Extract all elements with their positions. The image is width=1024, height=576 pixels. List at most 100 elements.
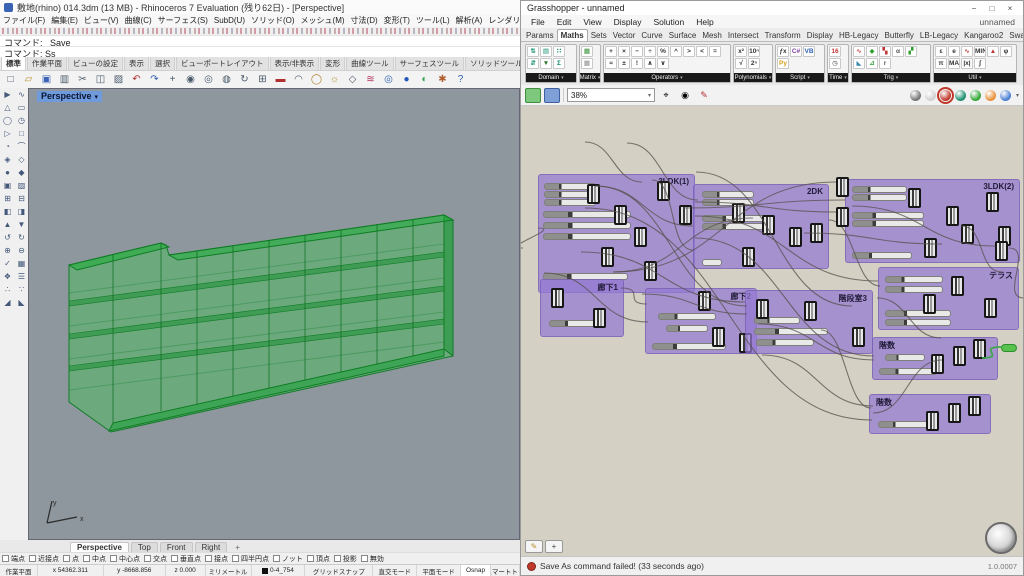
osnap-checkbox-6[interactable] bbox=[171, 555, 178, 562]
osnap-checkbox-10[interactable] bbox=[307, 555, 314, 562]
preview-teal[interactable] bbox=[955, 90, 966, 101]
ribbon-icon-trig-2[interactable]: ▚ bbox=[879, 46, 891, 57]
osnap-item-12[interactable]: 無効 bbox=[361, 554, 384, 564]
zoom-combo[interactable]: 38% ▾ bbox=[567, 88, 655, 102]
sidebar-tool-icon-17[interactable]: ⊟ bbox=[15, 193, 28, 205]
gh-component[interactable] bbox=[712, 327, 725, 347]
viewport-label[interactable]: Perspective▾ bbox=[37, 91, 102, 102]
sidebar-tool-icon-6[interactable]: ▷ bbox=[1, 128, 14, 140]
rhino-toolbar-tab-9[interactable]: サーフェスツール bbox=[395, 57, 465, 70]
ribbon-icon-operators-4[interactable]: % bbox=[657, 46, 669, 57]
ribbon-icon-operators-7[interactable]: < bbox=[696, 46, 708, 57]
gh-slider[interactable] bbox=[658, 313, 716, 320]
chevron-down-icon[interactable]: ▾ bbox=[680, 75, 683, 81]
rhino-tool-icon-1[interactable]: ▱ bbox=[20, 72, 37, 87]
osnap-item-2[interactable]: 点 bbox=[63, 554, 79, 564]
rhino-toolbar-tab-2[interactable]: ビューの設定 bbox=[68, 57, 123, 70]
rhino-tool-icon-17[interactable]: ◯ bbox=[308, 72, 325, 87]
rhino-tool-icon-16[interactable]: ◠ bbox=[290, 72, 307, 87]
ribbon-icon-operators-6[interactable]: > bbox=[683, 46, 695, 57]
rhino-toolbar-tab-0[interactable]: 標準 bbox=[1, 57, 26, 70]
gh-component[interactable] bbox=[961, 224, 974, 244]
gh-menu-help[interactable]: Help bbox=[690, 17, 719, 27]
command-prompt[interactable]: コマンド: Ss bbox=[0, 46, 520, 57]
ribbon-icon-util-7[interactable]: MAX bbox=[948, 58, 960, 69]
ribbon-icon-util-3[interactable]: MIN bbox=[974, 46, 986, 57]
sidebar-tool-icon-23[interactable]: ↻ bbox=[15, 232, 28, 244]
gh-component[interactable] bbox=[789, 227, 802, 247]
building-model[interactable] bbox=[29, 89, 520, 540]
osnap-item-0[interactable]: 端点 bbox=[2, 554, 25, 564]
status-cell-6[interactable]: グリッドスナップ bbox=[305, 565, 373, 576]
gh-component[interactable] bbox=[986, 192, 999, 212]
gh-component[interactable] bbox=[614, 205, 627, 225]
sidebar-tool-icon-9[interactable]: ⌒ bbox=[15, 141, 28, 153]
sidebar-tool-icon-31[interactable]: ∵ bbox=[15, 284, 28, 296]
preview-shaded-dark[interactable] bbox=[910, 90, 921, 101]
gh-canvas[interactable]: ✎ + 3LDK(1)2DK3LDK(2)廊下1廊下2階段室3テラス階数階数 bbox=[521, 106, 1023, 556]
osnap-checkbox-7[interactable] bbox=[205, 555, 212, 562]
gh-component[interactable] bbox=[657, 181, 670, 201]
ribbon-icon-script-2[interactable]: VB bbox=[803, 46, 815, 57]
minimize-button[interactable]: − bbox=[967, 4, 981, 13]
viewport-tab-right[interactable]: Right bbox=[195, 542, 228, 552]
gh-slider[interactable] bbox=[666, 325, 708, 332]
osnap-checkbox-4[interactable] bbox=[110, 555, 117, 562]
chevron-down-icon[interactable]: ▾ bbox=[769, 75, 772, 81]
rhino-menu-item-0[interactable]: ファイル(F) bbox=[0, 15, 48, 26]
gh-component[interactable] bbox=[644, 261, 657, 281]
preview-off[interactable] bbox=[925, 90, 936, 101]
ribbon-icon-time-0[interactable]: 16 bbox=[829, 46, 841, 57]
gh-component[interactable] bbox=[698, 291, 711, 311]
chevron-down-icon[interactable]: ▾ bbox=[844, 75, 847, 81]
ribbon-icon-util-0[interactable]: ε bbox=[935, 46, 947, 57]
ribbon-icon-trig-3[interactable]: α bbox=[892, 46, 904, 57]
rhino-tool-icon-19[interactable]: ◇ bbox=[344, 72, 361, 87]
gh-menu-view[interactable]: View bbox=[577, 17, 607, 27]
gh-slider[interactable] bbox=[852, 194, 907, 201]
rhino-toolbar-tab-4[interactable]: 選択 bbox=[150, 57, 175, 70]
sidebar-tool-icon-13[interactable]: ◆ bbox=[15, 167, 28, 179]
chevron-down-icon[interactable]: ▾ bbox=[598, 75, 601, 81]
sidebar-tool-icon-26[interactable]: ✓ bbox=[1, 258, 14, 270]
osnap-item-1[interactable]: 近接点 bbox=[29, 554, 59, 564]
gh-component-loose-0[interactable] bbox=[836, 177, 849, 197]
gh-slider[interactable] bbox=[885, 286, 943, 293]
osnap-item-3[interactable]: 中点 bbox=[83, 554, 106, 564]
osnap-item-9[interactable]: ノット bbox=[273, 554, 303, 564]
sidebar-tool-icon-33[interactable]: ◣ bbox=[15, 297, 28, 309]
rhino-tool-icon-5[interactable]: ◫ bbox=[92, 72, 109, 87]
gh-slider[interactable] bbox=[543, 233, 631, 240]
gh-slider[interactable] bbox=[754, 328, 828, 335]
gh-slider[interactable] bbox=[852, 220, 924, 227]
gh-component[interactable] bbox=[931, 354, 944, 374]
gh-component[interactable] bbox=[924, 238, 937, 258]
rhino-menu-item-3[interactable]: 曲線(C) bbox=[122, 15, 155, 26]
sidebar-tool-icon-5[interactable]: ◷ bbox=[15, 115, 28, 127]
sidebar-tool-icon-2[interactable]: △ bbox=[1, 102, 14, 114]
rhino-tool-icon-15[interactable]: ▬ bbox=[272, 72, 289, 87]
osnap-checkbox-3[interactable] bbox=[83, 555, 90, 562]
gh-tab-maths[interactable]: Maths bbox=[557, 29, 588, 41]
chevron-down-icon[interactable]: ▾ bbox=[561, 75, 564, 81]
gh-menu-edit[interactable]: Edit bbox=[551, 17, 578, 27]
osnap-checkbox-11[interactable] bbox=[334, 555, 341, 562]
gh-tab-params[interactable]: Params bbox=[523, 30, 557, 41]
rhino-toolbar-tab-5[interactable]: ビューポートレイアウト bbox=[176, 57, 269, 70]
sidebar-tool-icon-24[interactable]: ⊕ bbox=[1, 245, 14, 257]
rhino-tool-icon-21[interactable]: ◎ bbox=[380, 72, 397, 87]
rhino-menu-item-6[interactable]: ソリッド(O) bbox=[248, 15, 298, 26]
rhino-tool-icon-13[interactable]: ↻ bbox=[236, 72, 253, 87]
ribbon-icon-matrix-0[interactable]: ▦ bbox=[581, 46, 593, 57]
ribbon-icon-operators-9[interactable]: ≈ bbox=[605, 58, 617, 69]
gh-component[interactable] bbox=[634, 227, 647, 247]
grasshopper-titlebar[interactable]: Grasshopper - unnamed − □ × bbox=[521, 1, 1023, 15]
rhino-toolbar-tab-6[interactable]: 表示/非表示 bbox=[270, 57, 320, 70]
sidebar-tool-icon-21[interactable]: ▼ bbox=[15, 219, 28, 231]
error-icon[interactable] bbox=[527, 562, 536, 571]
gh-tab-vector[interactable]: Vector bbox=[610, 30, 639, 41]
rhino-tool-icon-8[interactable]: ↷ bbox=[146, 72, 163, 87]
gh-tab-intersect[interactable]: Intersect bbox=[725, 30, 762, 41]
gh-slider[interactable] bbox=[702, 191, 754, 198]
ribbon-icon-script-3[interactable]: Py bbox=[777, 58, 789, 69]
